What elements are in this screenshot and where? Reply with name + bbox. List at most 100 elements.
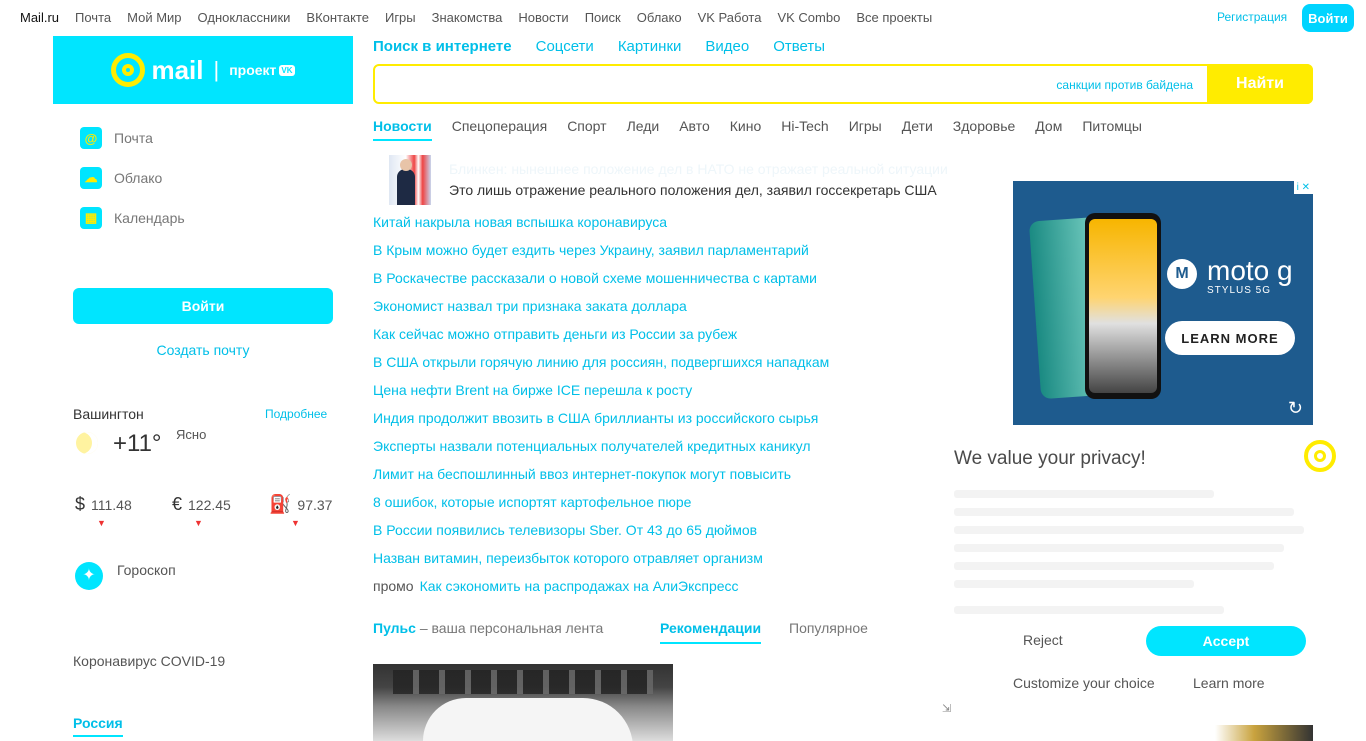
news-item[interactable]: Лимит на беспошлинный ввоз интернет-поку…: [373, 466, 829, 494]
ad-learn-more-button[interactable]: LEARN MORE: [1165, 321, 1295, 355]
search-tab[interactable]: Картинки: [618, 38, 682, 55]
news-tab[interactable]: Дети: [902, 118, 933, 141]
horoscope-icon: ✦: [75, 562, 103, 590]
expand-icon[interactable]: ⇲: [942, 702, 951, 715]
image-detail: [393, 670, 653, 694]
topnav-item[interactable]: Все проекты: [856, 10, 932, 25]
news-item[interactable]: Индия продолжит ввозить в США бриллианты…: [373, 410, 829, 438]
news-tab[interactable]: Авто: [679, 118, 710, 141]
at-logo-icon: [111, 53, 146, 87]
phone-screen: [1089, 219, 1157, 393]
topnav-item[interactable]: Игры: [385, 10, 416, 25]
topnav-item[interactable]: Поиск: [585, 10, 621, 25]
service-mail[interactable]: @ Почта: [80, 127, 153, 149]
phone-image: [1085, 213, 1161, 399]
service-label: Облако: [114, 170, 163, 186]
tab-recommendations[interactable]: Рекомендации: [660, 620, 762, 644]
news-tab[interactable]: Питомцы: [1082, 118, 1142, 141]
news-tab[interactable]: Здоровье: [953, 118, 1016, 141]
search-tabs: Поиск в интернете Соцсети Картинки Видео Отв…: [373, 38, 849, 55]
topnav-item[interactable]: Почта: [75, 10, 111, 25]
top-news-title[interactable]: Блинкен: нынешнее положение дел в НАТО н…: [449, 161, 948, 177]
tab-popular[interactable]: Популярное: [789, 620, 868, 636]
topnav-item[interactable]: Новости: [518, 10, 568, 25]
news-item[interactable]: Экономист назвал три признака заката дол…: [373, 298, 829, 326]
horoscope-link[interactable]: ✦ Гороскоп: [75, 562, 176, 590]
topnav-item[interactable]: ВКонтакте: [306, 10, 369, 25]
brand-logo[interactable]: mail | проект VK: [53, 36, 353, 104]
top-news-subtitle[interactable]: Это лишь отражение реального положения д…: [449, 182, 937, 198]
top-news-image[interactable]: [389, 155, 431, 205]
news-item[interactable]: Назван витамин, переизбыток которого отр…: [373, 550, 829, 578]
rate-oil[interactable]: ⛽ 97.37 ▼: [269, 494, 333, 528]
news-item[interactable]: Китай накрыла новая вспышка коронавируса: [373, 214, 829, 242]
rate-value: 111.48: [91, 497, 132, 513]
learn-more-link[interactable]: Learn more: [1193, 675, 1265, 691]
feed-card-image[interactable]: [373, 664, 673, 741]
ad-image-corner[interactable]: [1215, 725, 1313, 741]
search-suggestion[interactable]: санкции против байдена: [1056, 78, 1193, 92]
weather-temp: +11°: [113, 430, 162, 457]
image-detail: [423, 698, 633, 741]
ad-close-icon[interactable]: i ✕: [1293, 181, 1313, 194]
topnav-item[interactable]: VK Работа: [698, 10, 762, 25]
news-item[interactable]: Как сейчас можно отправить деньги из Рос…: [373, 326, 829, 354]
rate-usd[interactable]: $111.48 ▼: [75, 494, 132, 528]
news-tab[interactable]: Новости: [373, 118, 432, 141]
topnav-item[interactable]: Знакомства: [432, 10, 503, 25]
topnav-item[interactable]: VK Combo: [777, 10, 840, 25]
topnav-item[interactable]: Облако: [637, 10, 682, 25]
rate-down-icon: ▼: [291, 518, 300, 528]
weather-more-link[interactable]: Подробнее: [265, 407, 327, 421]
news-tab[interactable]: Спорт: [567, 118, 606, 141]
top-bar: Mail.ru Почта Мой Мир Одноклассники ВКонтакт…: [0, 0, 1366, 36]
news-tab[interactable]: Леди: [627, 118, 660, 141]
top-login-button[interactable]: Войти: [1302, 4, 1354, 32]
accept-button[interactable]: Accept: [1146, 626, 1306, 656]
brand-project: проект: [229, 62, 277, 78]
news-tab[interactable]: Hi-Tech: [781, 118, 828, 141]
mailru-logo[interactable]: Mail.ru: [20, 10, 59, 25]
search-button[interactable]: Найти: [1207, 64, 1313, 104]
dollar-icon: $: [75, 494, 86, 514]
topnav-item[interactable]: Одноклассники: [198, 10, 291, 25]
news-tab[interactable]: Кино: [730, 118, 762, 141]
search-tab[interactable]: Видео: [705, 38, 749, 55]
service-label: Календарь: [114, 210, 185, 226]
news-item[interactable]: 8 ошибок, которые испортят картофельное …: [373, 494, 829, 522]
ad-model: STYLUS 5G: [1207, 285, 1272, 296]
covid-link[interactable]: Коронавирус COVID-19: [73, 653, 225, 669]
service-calendar[interactable]: ▦ Календарь: [80, 207, 185, 229]
rate-eur[interactable]: €122.45 ▼: [172, 494, 231, 528]
promo-item[interactable]: промо Как сэкономить на распродажах на Ал…: [373, 578, 739, 594]
customize-link[interactable]: Customize your choice: [1013, 675, 1155, 691]
rate-value: 97.37: [297, 497, 333, 513]
news-item[interactable]: Эксперты назвали потенциальных получател…: [373, 438, 829, 466]
brand-word: mail: [151, 54, 204, 85]
weather-city[interactable]: Вашингтон: [73, 406, 144, 422]
replay-icon[interactable]: ↻: [1288, 398, 1303, 419]
news-item[interactable]: В Роскачестве рассказали о новой схеме м…: [373, 270, 829, 298]
news-tab[interactable]: Игры: [849, 118, 882, 141]
news-item[interactable]: Цена нефти Brent на бирже ICE перешла к …: [373, 382, 829, 410]
news-item[interactable]: В Крым можно будет ездить через Украину,…: [373, 242, 829, 270]
news-tab[interactable]: Дом: [1035, 118, 1062, 141]
login-button[interactable]: Войти: [73, 288, 333, 324]
weather-condition: Ясно: [176, 427, 207, 442]
oil-icon: ⛽: [269, 494, 292, 514]
news-tab[interactable]: Спецоперация: [452, 118, 547, 141]
region-tab[interactable]: Россия: [73, 715, 123, 737]
search-tab[interactable]: Поиск в интернете: [373, 38, 512, 55]
create-mail-link[interactable]: Создать почту: [73, 342, 333, 358]
register-link[interactable]: Регистрация: [1217, 10, 1287, 24]
search-input[interactable]: санкции против байдена Найти: [373, 64, 1313, 104]
pulse-tab[interactable]: Пульс – ваша персональная лента: [373, 620, 603, 636]
reject-button[interactable]: Reject: [1023, 632, 1063, 648]
search-tab[interactable]: Ответы: [773, 38, 825, 55]
ad-banner[interactable]: i ✕ M moto g STYLUS 5G LEARN MORE ↻: [1013, 181, 1313, 425]
news-item[interactable]: В России появились телевизоры Sber. От 4…: [373, 522, 829, 550]
topnav-item[interactable]: Мой Мир: [127, 10, 181, 25]
news-item[interactable]: В США открыли горячую линию для россиян,…: [373, 354, 829, 382]
search-tab[interactable]: Соцсети: [536, 38, 594, 55]
service-cloud[interactable]: ☁ Облако: [80, 167, 162, 189]
